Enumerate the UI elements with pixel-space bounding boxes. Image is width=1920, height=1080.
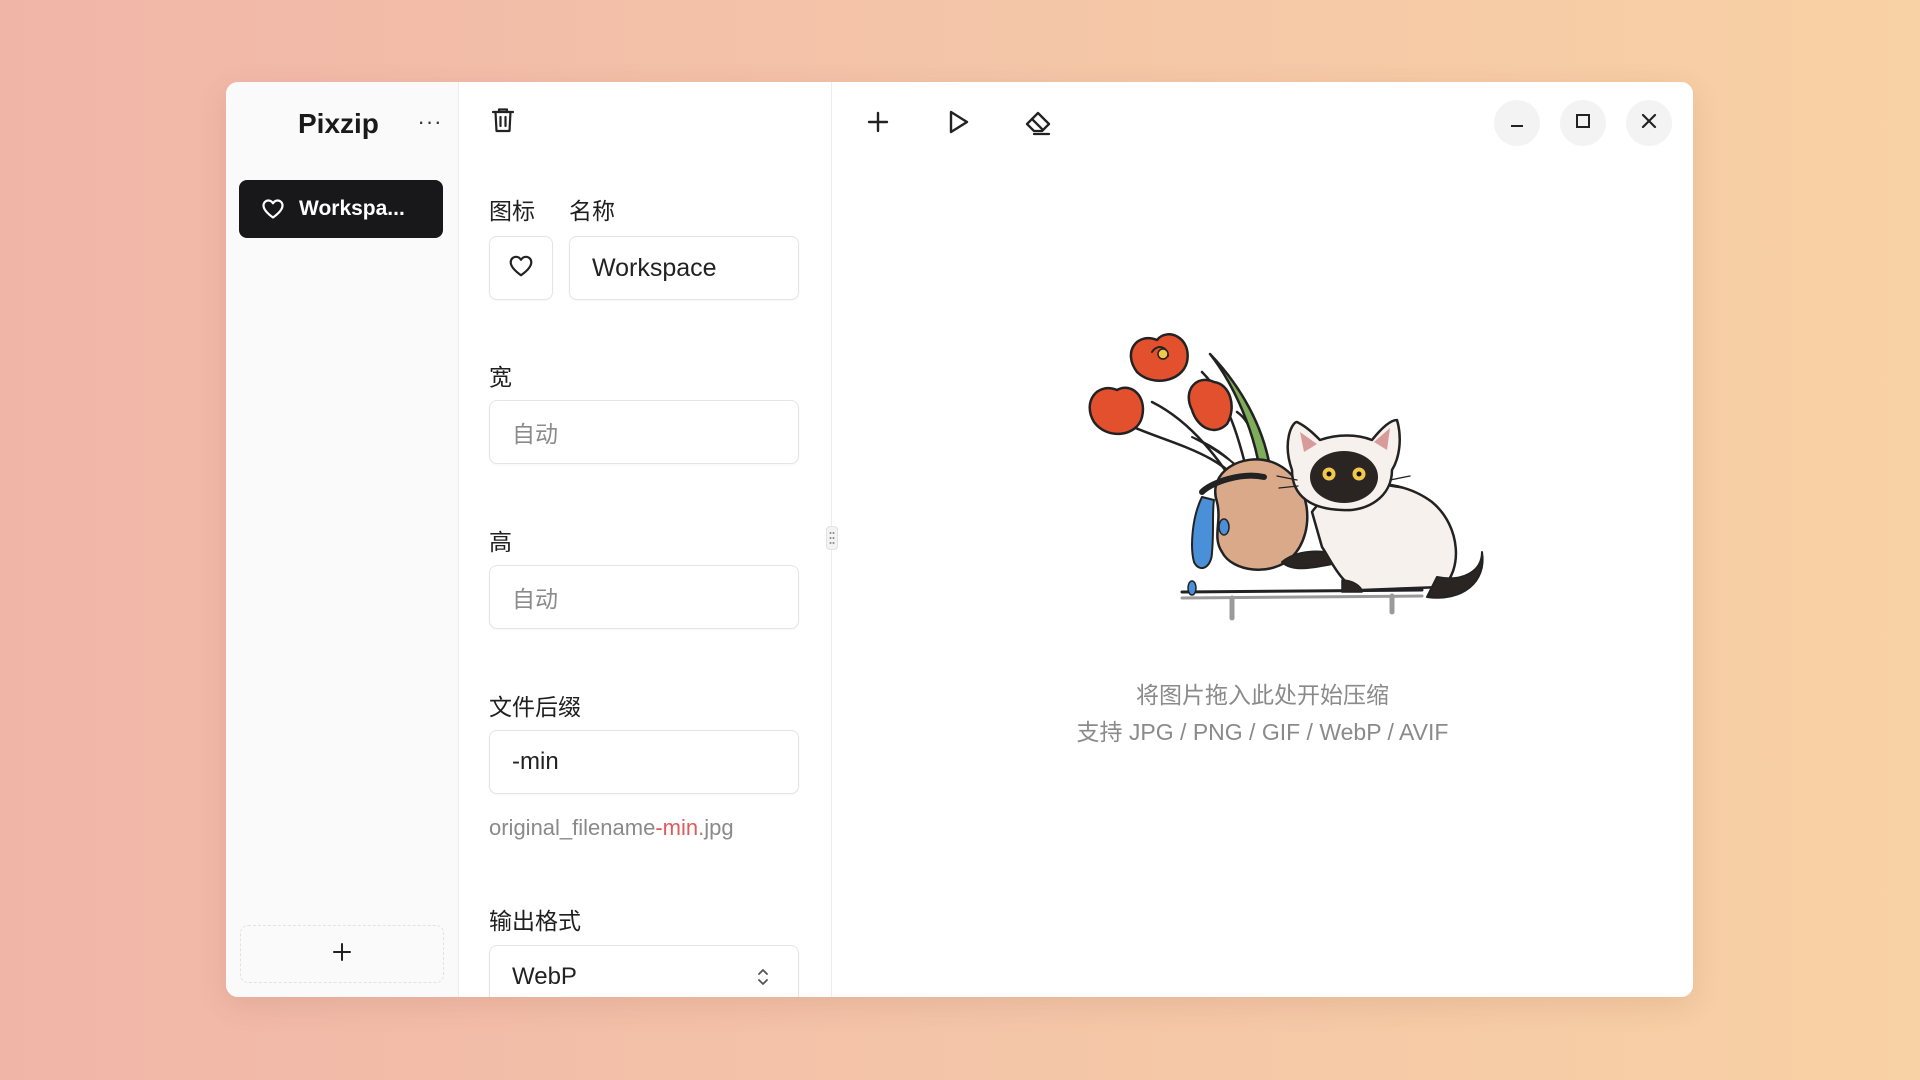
format-label: 输出格式 (489, 908, 581, 934)
supported-formats-text: 支持 JPG / PNG / GIF / WebP / AVIF (1076, 719, 1449, 745)
close-icon (1640, 112, 1658, 135)
maximize-icon (1575, 113, 1591, 134)
plus-icon (331, 941, 353, 968)
add-workspace-button[interactable] (240, 925, 444, 983)
close-button[interactable] (1626, 100, 1672, 146)
height-label: 高 (489, 529, 512, 555)
preview-extension: .jpg (698, 815, 734, 840)
heart-icon (261, 197, 285, 221)
clear-list-button[interactable] (1018, 104, 1058, 144)
empty-state-illustration (1042, 312, 1502, 632)
format-select[interactable]: WebP (489, 945, 799, 997)
name-label: 名称 (569, 198, 615, 224)
preview-suffix: -min (655, 815, 699, 840)
suffix-label: 文件后缀 (489, 694, 581, 720)
sidebar-item-workspace[interactable]: Workspa... (239, 180, 443, 238)
workspace-settings-panel: 图标 名称 Workspace 宽 自动 高 自动 文件后缀 -min orig… (459, 82, 832, 997)
eraser-icon (1023, 108, 1053, 141)
preview-base: original_filename (489, 815, 656, 840)
panel-resize-handle[interactable] (826, 526, 838, 550)
chevron-up-down-icon (756, 967, 770, 987)
suffix-input[interactable]: -min (489, 730, 799, 794)
format-select-value: WebP (512, 963, 577, 990)
drop-hint-text: 将图片拖入此处开始压缩 (1136, 682, 1389, 708)
more-options-button[interactable]: ··· (412, 104, 448, 140)
icon-picker-button[interactable] (489, 236, 553, 300)
drop-zone[interactable]: 将图片拖入此处开始压缩 支持 JPG / PNG / GIF / WebP / … (826, 82, 1693, 997)
trash-icon (490, 106, 516, 139)
minimize-button[interactable] (1494, 100, 1540, 146)
minimize-icon (1509, 113, 1525, 134)
icon-label: 图标 (489, 198, 535, 224)
add-files-button[interactable] (858, 104, 898, 144)
width-label: 宽 (489, 364, 512, 390)
filename-preview: original_filename-min.jpg (489, 815, 734, 841)
width-input[interactable]: 自动 (489, 400, 799, 464)
plus-icon (866, 110, 890, 139)
delete-workspace-button[interactable] (485, 104, 521, 140)
play-icon (946, 109, 970, 140)
sidebar: Pixzip ··· Workspa... (226, 82, 459, 997)
start-compress-button[interactable] (938, 104, 978, 144)
maximize-button[interactable] (1560, 100, 1606, 146)
height-input[interactable]: 自动 (489, 565, 799, 629)
sidebar-item-label: Workspa... (299, 197, 405, 220)
heart-icon (508, 253, 534, 284)
name-input[interactable]: Workspace (569, 236, 799, 300)
app-window: Pixzip ··· Workspa... 图标 名称 Workspace 宽 … (226, 82, 1693, 997)
app-title: Pixzip (298, 108, 379, 139)
